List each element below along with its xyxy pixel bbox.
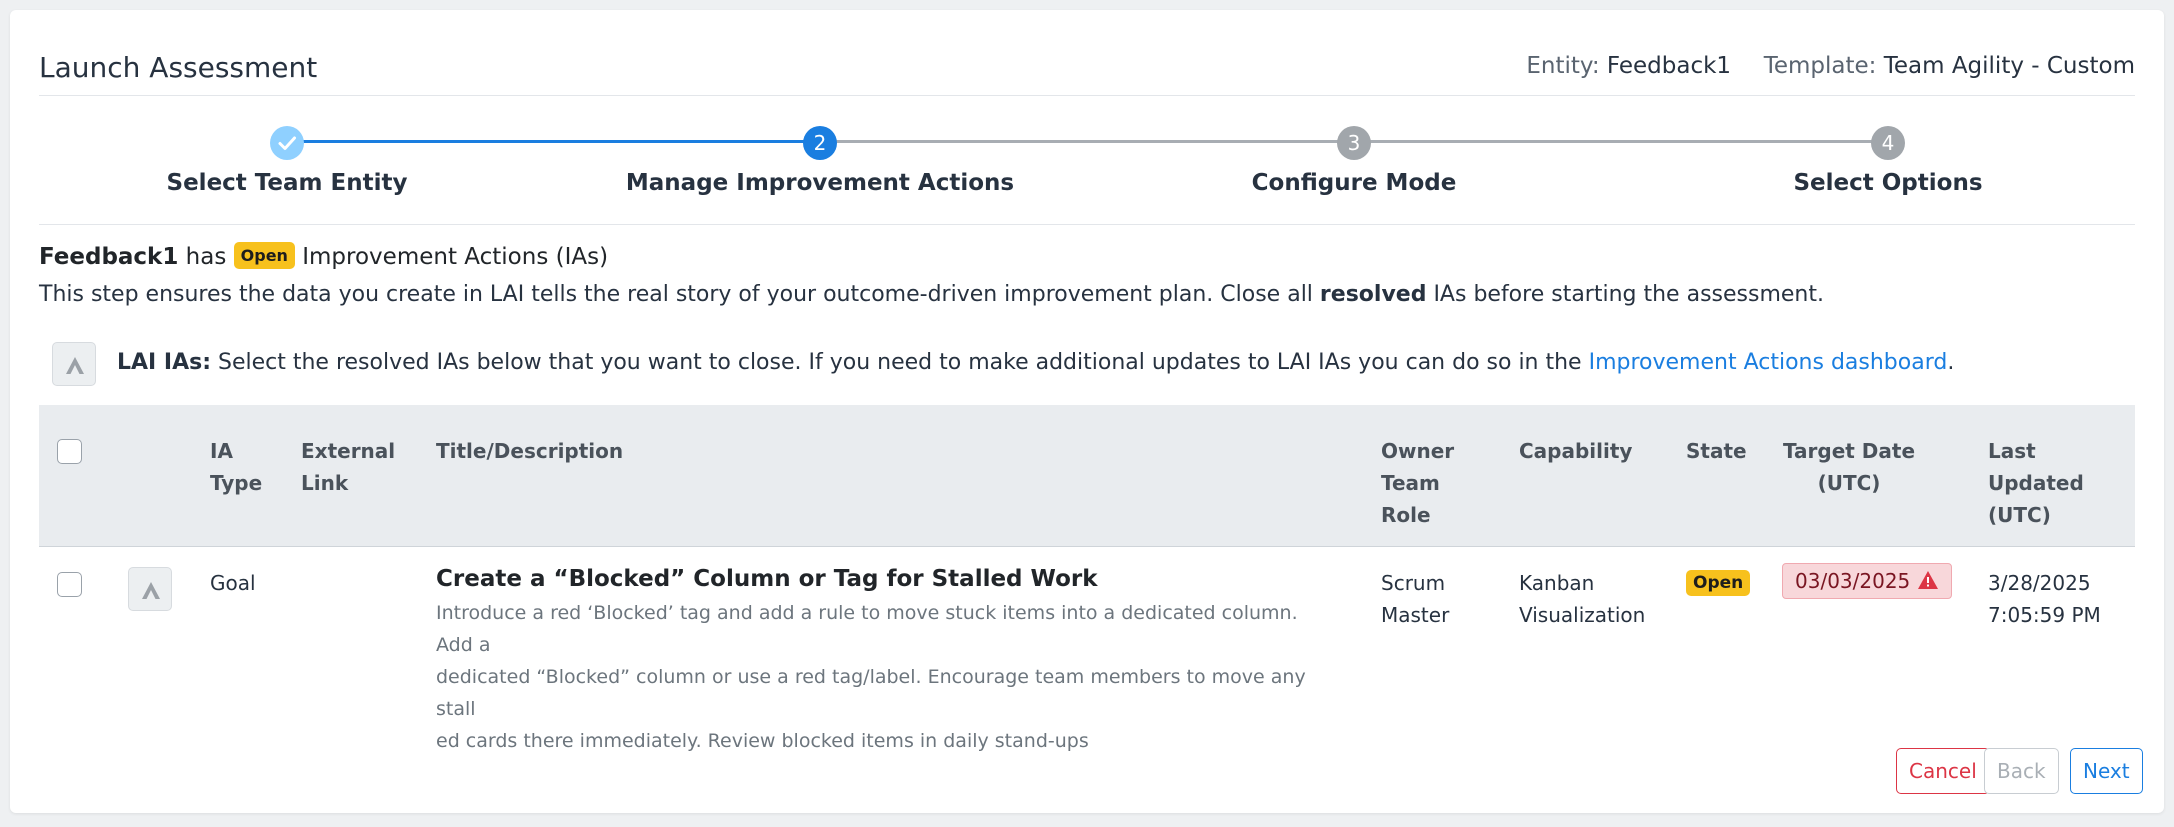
launch-assessment-card: Launch Assessment Entity: Feedback1 Temp… <box>10 10 2164 813</box>
table-row[interactable]: Goal Create a “Blocked” Column or Tag fo… <box>39 547 2135 752</box>
step-connector-2 <box>820 140 1354 143</box>
header-meta: Entity: Feedback1 Template: Team Agility… <box>1526 53 2135 79</box>
entity-label: Entity: <box>1526 53 1600 79</box>
row-title-cell: Create a “Blocked” Column or Tag for Sta… <box>436 563 1336 757</box>
lai-logo-icon <box>52 342 96 386</box>
row-title[interactable]: Create a “Blocked” Column or Tag for Sta… <box>436 563 1336 595</box>
improvement-actions-table: IA Type External Link Title/Description Ow… <box>39 405 2135 752</box>
page-title: Launch Assessment <box>39 51 318 84</box>
header-owner: Owner Team Role <box>1381 439 1455 527</box>
row-last-updated: 3/28/2025 7:05:59 PM <box>1988 571 2101 627</box>
step-3-circle[interactable]: 3 <box>1337 126 1371 160</box>
row-ia-type: Goal <box>210 571 256 595</box>
row-owner: Scrum Master <box>1381 571 1450 627</box>
check-icon <box>278 136 296 150</box>
intro-desc-a: This step ensures the data you create in… <box>39 282 1320 307</box>
improvement-actions-dashboard-link[interactable]: Improvement Actions dashboard <box>1589 350 1948 375</box>
step-1-label: Select Team Entity <box>166 170 408 196</box>
step-2-circle[interactable]: 2 <box>803 126 837 160</box>
select-all-checkbox[interactable] <box>57 439 82 464</box>
step-connector-3 <box>1354 140 1888 143</box>
header-target-date: Target Date (UTC) <box>1782 439 1916 495</box>
lai-label: LAI IAs: <box>117 350 211 375</box>
next-button[interactable]: Next <box>2070 748 2143 794</box>
warning-triangle-icon <box>1917 571 1938 589</box>
lai-info-row: LAI IAs: Select the resolved IAs below t… <box>39 340 2135 390</box>
step-4-circle[interactable]: 4 <box>1871 126 1905 160</box>
row-target-date-badge: 03/03/2025 <box>1782 563 1952 599</box>
row-checkbox[interactable] <box>57 572 82 597</box>
row-target-date: 03/03/2025 <box>1795 569 1911 593</box>
step-3-label: Configure Mode <box>1251 170 1457 196</box>
intro-desc-b: IAs before starting the assessment. <box>1426 282 1824 307</box>
table-header: IA Type External Link Title/Description Ow… <box>39 405 2135 547</box>
step-4-label: Select Options <box>1793 170 1983 196</box>
header-last-updated: Last Updated (UTC) <box>1988 439 2084 527</box>
step-1-circle[interactable] <box>270 126 304 160</box>
lai-period: . <box>1947 350 1955 375</box>
back-button[interactable]: Back <box>1984 748 2059 794</box>
intro-suffix: Improvement Actions (IAs) <box>294 244 609 270</box>
intro-heading: Feedback1 has Open Improvement Actions (… <box>39 242 608 270</box>
row-description: Introduce a red ‘Blocked’ tag and add a … <box>436 602 1306 752</box>
row-state-badge: Open <box>1686 570 1751 596</box>
header-title: Title/Description <box>436 439 624 463</box>
intro-desc-bold: resolved <box>1319 282 1427 307</box>
intro-description: This step ensures the data you create in… <box>39 282 1824 307</box>
row-capability: Kanban Visualization <box>1519 571 1646 627</box>
template-label: Template: <box>1763 53 1877 79</box>
step-2-label: Manage Improvement Actions <box>625 170 1015 196</box>
entity-value: Feedback1 <box>1606 53 1732 79</box>
header: Launch Assessment Entity: Feedback1 Temp… <box>39 46 2135 96</box>
lai-logo-icon <box>128 567 172 611</box>
lai-description: Select the resolved IAs below that you w… <box>211 350 1589 375</box>
header-state: State <box>1686 439 1747 463</box>
header-ia-type: IA Type <box>210 439 263 495</box>
template-value: Team Agility - Custom <box>1883 53 2135 79</box>
header-external-link: External Link <box>301 439 396 495</box>
intro-has: has <box>178 244 234 270</box>
intro-entity: Feedback1 <box>39 244 179 270</box>
lai-text: LAI IAs: Select the resolved IAs below t… <box>117 350 1954 375</box>
cancel-button[interactable]: Cancel <box>1896 748 1990 794</box>
step-connector-1 <box>287 140 820 143</box>
open-badge: Open <box>233 242 295 269</box>
stepper: 2 3 4 Select Team Entity Manage Improvem… <box>39 96 2135 225</box>
header-capability: Capability <box>1519 439 1633 463</box>
